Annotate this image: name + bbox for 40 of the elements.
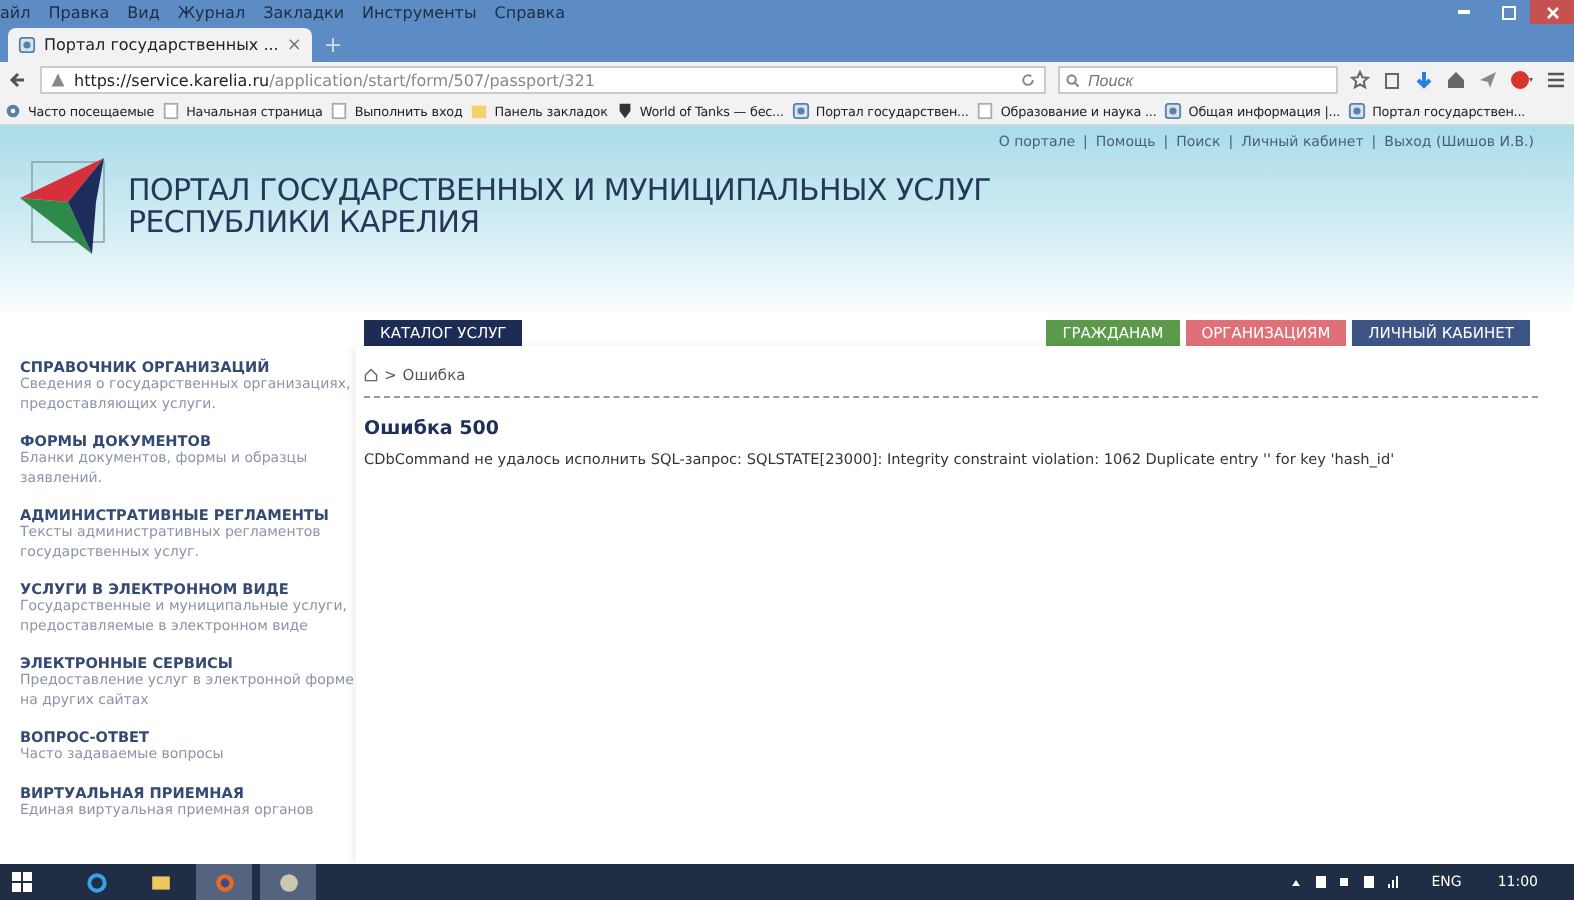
website-icon: [18, 36, 36, 54]
close-icon: [1545, 5, 1559, 19]
menu-item[interactable]: Инструменты: [362, 3, 477, 21]
tab-close[interactable]: ×: [286, 35, 302, 55]
menu-item[interactable]: айл: [0, 3, 31, 21]
menu-item[interactable]: Справка: [494, 3, 566, 21]
restore-icon[interactable]: [1501, 5, 1515, 19]
website-icon: [1348, 102, 1367, 120]
shield-icon: [615, 102, 634, 120]
app-icon: [277, 871, 299, 893]
reload-icon[interactable]: [1020, 72, 1036, 88]
home-icon[interactable]: [364, 368, 378, 382]
adblock-icon[interactable]: [1510, 70, 1534, 90]
star-icon[interactable]: [1350, 70, 1370, 90]
menu-item[interactable]: Журнал: [177, 3, 246, 21]
browser-tab[interactable]: Портал государственных ... ×: [8, 28, 312, 62]
menu-icon[interactable]: [1546, 70, 1566, 90]
error-title: Ошибка 500: [364, 418, 501, 440]
menu-item[interactable]: Закладки: [263, 3, 345, 21]
page-icon: [162, 102, 181, 120]
search-field[interactable]: Поиск: [1058, 66, 1338, 94]
home-icon[interactable]: [1446, 70, 1466, 90]
website-icon: [791, 102, 810, 120]
menu-item[interactable]: Вид: [127, 3, 160, 21]
warning-icon: [50, 72, 66, 88]
portal-title: ПОРТАЛ ГОСУДАРСТВЕННЫХ И МУНИЦИПАЛЬНЫХ УСЛУГ: [128, 174, 992, 206]
clipboard-icon[interactable]: [1382, 70, 1402, 90]
windows-start-icon[interactable]: [12, 872, 32, 892]
paper-plane-icon[interactable]: [1478, 70, 1498, 90]
page-icon: [330, 102, 349, 120]
folder-icon: [149, 871, 171, 893]
download-icon[interactable]: [1414, 70, 1434, 90]
back-icon[interactable]: [8, 70, 28, 90]
menu-item[interactable]: Правка: [48, 3, 110, 21]
close-button[interactable]: [1530, 0, 1574, 24]
website-icon: [1164, 102, 1183, 120]
address-field[interactable]: https://service.karelia.ru/application/start/form/507/passport/321: [40, 66, 1046, 94]
folder-icon: [470, 102, 489, 120]
portal-title: РЕСПУБЛИКИ КАРЕЛИЯ: [128, 206, 480, 238]
page-icon: [976, 102, 995, 120]
